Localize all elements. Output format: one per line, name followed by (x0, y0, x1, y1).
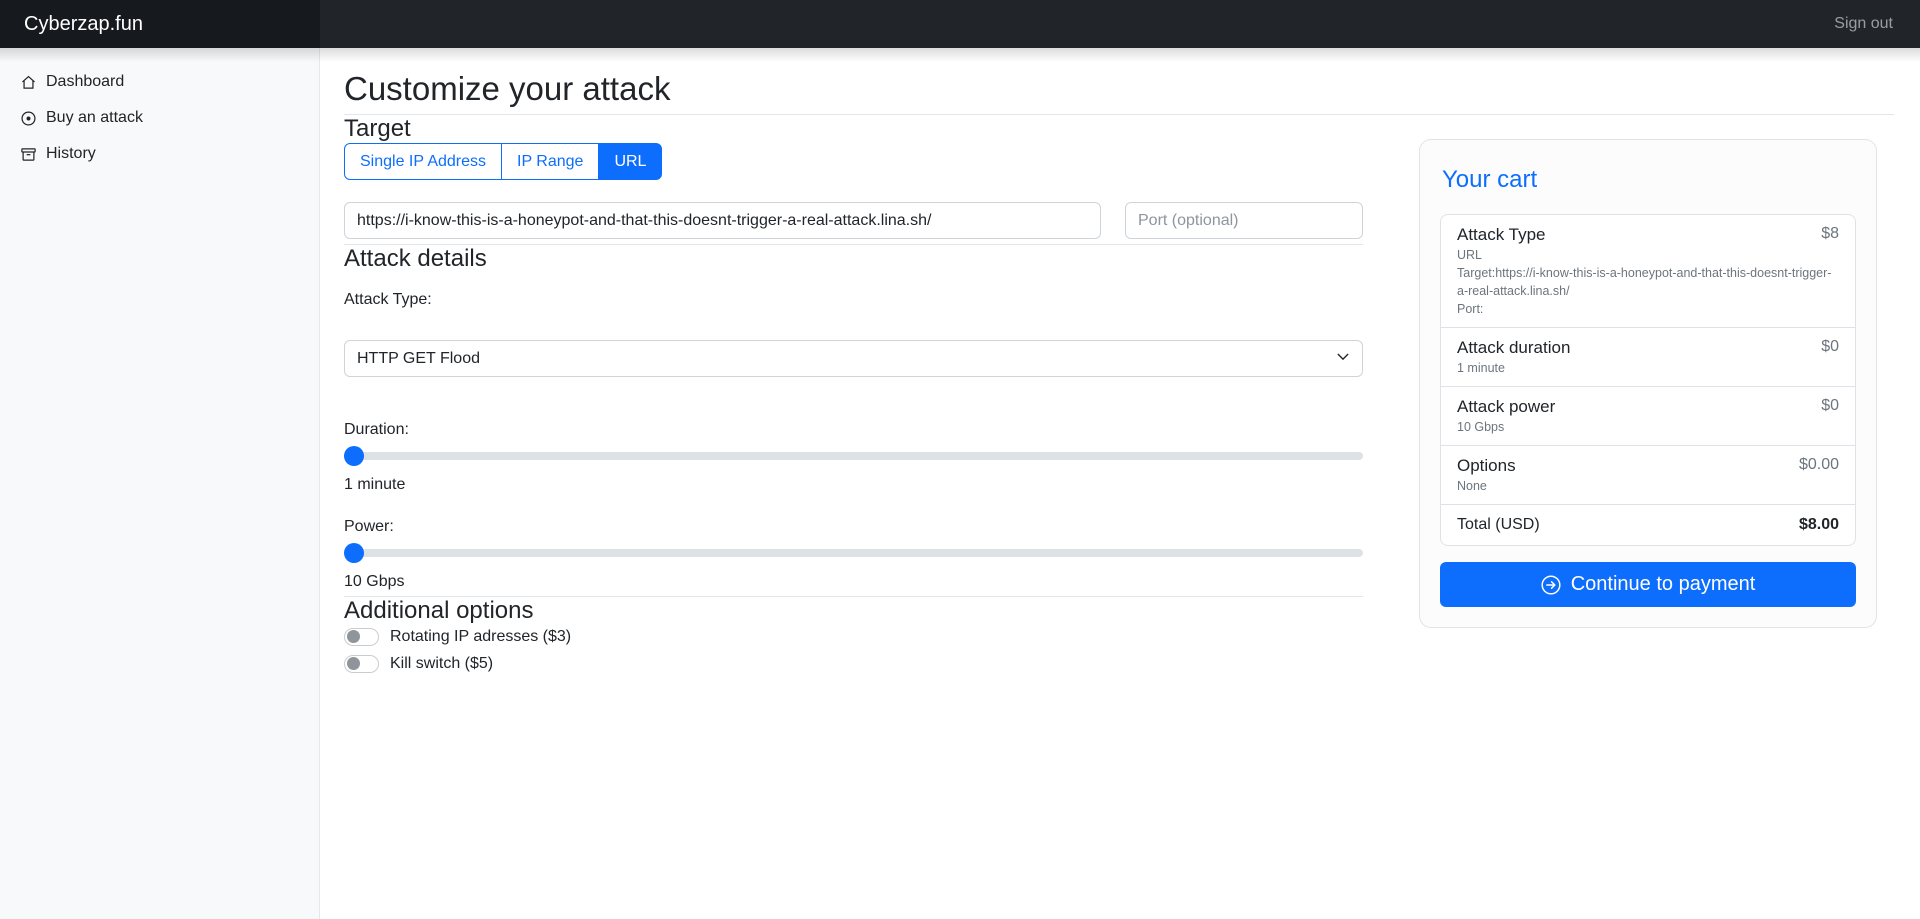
arrow-right-circle-icon (1541, 575, 1561, 595)
attack-type-label: Attack Type: (344, 291, 1363, 309)
cart-item-list: Attack Type $8 URL Target:https://i-know… (1440, 214, 1856, 547)
option-rotating-ip-row: Rotating IP adresses ($3) (344, 626, 1363, 648)
power-value: 10 Gbps (344, 573, 1363, 591)
cart-column: Your cart Attack Type $8 URL Target:http… (1419, 139, 1877, 629)
power-label: Power: (344, 518, 1363, 536)
target-heading: Target (344, 115, 1363, 144)
duration-slider[interactable] (344, 446, 1363, 466)
toggle-knob (347, 657, 360, 670)
sidebar-item-history[interactable]: History (0, 136, 319, 172)
home-icon (20, 74, 37, 91)
kill-switch-toggle[interactable] (344, 655, 379, 673)
main-content: Customize your attack Target Single IP A… (320, 48, 1920, 919)
cart-item-attack-power: Attack power $0 10 Gbps (1441, 386, 1855, 445)
cart-item-options: Options $0.00 None (1441, 445, 1855, 504)
tab-ip-range[interactable]: IP Range (501, 143, 599, 180)
sidebar-item-buy-an-attack[interactable]: Buy an attack (0, 100, 319, 136)
cart-item-price: $8 (1821, 225, 1839, 243)
top-navbar: Cyberzap.fun Sign out (0, 0, 1920, 48)
cart-heading: Your cart (1442, 166, 1856, 194)
cart-total-label: Total (USD) (1457, 516, 1540, 534)
attack-type-select[interactable]: HTTP GET Flood (344, 340, 1363, 377)
target-icon (20, 110, 37, 127)
cart-detail-line: URL (1457, 246, 1839, 264)
cart-item-details: None (1457, 477, 1839, 495)
rotating-ip-toggle[interactable] (344, 628, 379, 646)
archive-icon (20, 146, 37, 163)
continue-to-payment-label: Continue to payment (1571, 573, 1756, 596)
tab-url[interactable]: URL (598, 143, 662, 180)
cart-item-title: Attack power (1457, 397, 1555, 417)
target-inputs-row (344, 202, 1363, 239)
attack-form: Target Single IP Address IP Range URL At… (344, 115, 1363, 680)
cart-item-title: Options (1457, 456, 1516, 476)
continue-to-payment-button[interactable]: Continue to payment (1440, 562, 1856, 607)
cart-total-row: Total (USD) $8.00 (1441, 504, 1855, 545)
sidebar-item-dashboard[interactable]: Dashboard (0, 64, 319, 100)
cart-item-price: $0 (1821, 397, 1839, 415)
sidebar-item-label: History (46, 145, 96, 163)
sidebar-item-label: Dashboard (46, 73, 124, 91)
target-type-tabs: Single IP Address IP Range URL (344, 143, 662, 180)
kill-switch-label: Kill switch ($5) (390, 655, 493, 673)
cart-item-details: URL Target:https://i-know-this-is-a-hone… (1457, 246, 1839, 319)
navbar-right: Sign out (320, 0, 1920, 48)
tab-single-ip-address[interactable]: Single IP Address (344, 143, 502, 180)
option-kill-switch-row: Kill switch ($5) (344, 653, 1363, 675)
brand-area: Cyberzap.fun (0, 0, 320, 48)
duration-label: Duration: (344, 421, 1363, 439)
duration-value: 1 minute (344, 476, 1363, 494)
sidebar: Dashboard Buy an attack History (0, 48, 320, 919)
toggle-knob (347, 630, 360, 643)
cart-item-details: 10 Gbps (1457, 418, 1839, 436)
attack-details-heading: Attack details (344, 245, 1363, 274)
sign-out-link[interactable]: Sign out (1834, 15, 1893, 33)
cart-detail-line: Target:https://i-know-this-is-a-honeypot… (1457, 264, 1839, 300)
cart-detail-line: Port: (1457, 300, 1839, 318)
cart-item-title: Attack Type (1457, 225, 1546, 245)
cart-item-details: 1 minute (1457, 359, 1839, 377)
cart-total-value: $8.00 (1799, 516, 1839, 534)
additional-options-heading: Additional options (344, 597, 1363, 626)
cart-card: Your cart Attack Type $8 URL Target:http… (1419, 139, 1877, 629)
power-slider[interactable] (344, 543, 1363, 563)
brand-link[interactable]: Cyberzap.fun (24, 13, 143, 36)
sidebar-item-label: Buy an attack (46, 109, 143, 127)
cart-item-attack-type: Attack Type $8 URL Target:https://i-know… (1441, 215, 1855, 328)
cart-item-attack-duration: Attack duration $0 1 minute (1441, 327, 1855, 386)
cart-item-price: $0.00 (1799, 456, 1839, 474)
page-title: Customize your attack (344, 69, 1894, 109)
url-input[interactable] (344, 202, 1101, 239)
cart-item-price: $0 (1821, 338, 1839, 356)
attack-type-select-wrap: HTTP GET Flood (344, 340, 1363, 377)
port-input[interactable] (1125, 202, 1363, 239)
cart-item-title: Attack duration (1457, 338, 1570, 358)
rotating-ip-label: Rotating IP adresses ($3) (390, 628, 571, 646)
page-layout: Dashboard Buy an attack History Customiz… (0, 48, 1920, 919)
